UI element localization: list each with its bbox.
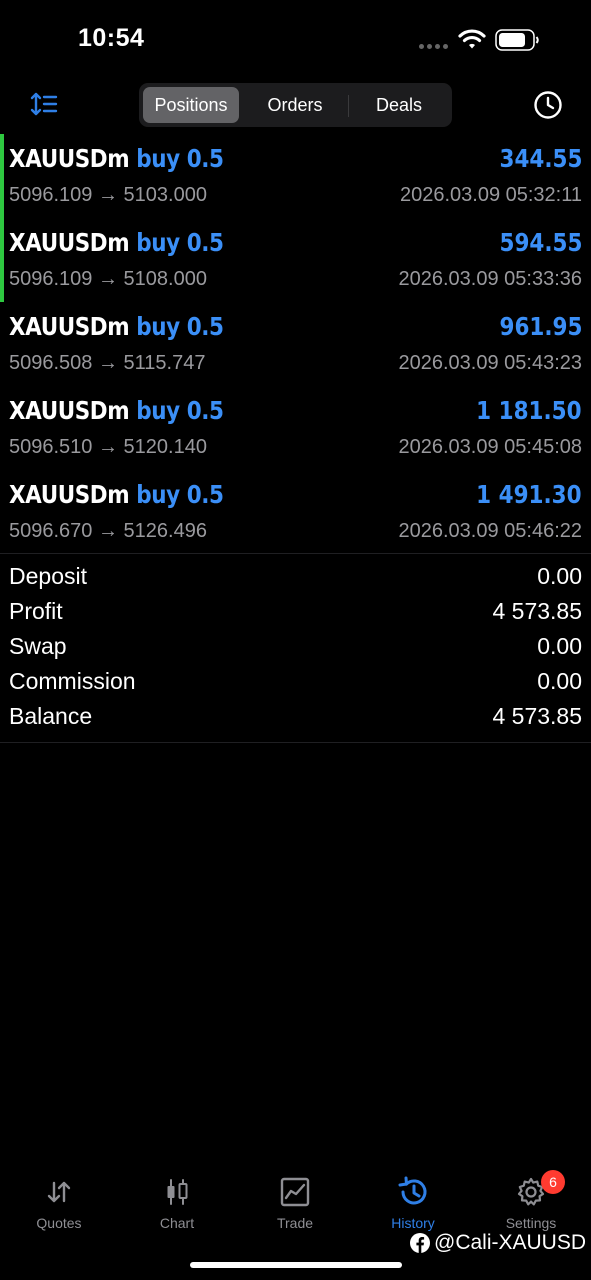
facebook-icon — [410, 1233, 430, 1253]
summary-label: Commission — [9, 668, 136, 694]
trade-type: buy 0.5 — [136, 312, 224, 341]
position-prices: 5096.508 → 5115.747 — [9, 352, 205, 375]
nav-label: Trade — [276, 1215, 314, 1231]
sort-icon[interactable] — [30, 91, 58, 117]
trade-type: buy 0.5 — [136, 396, 224, 425]
toolbar: Positions Orders Deals — [0, 82, 591, 128]
summary-value: 0.00 — [537, 668, 582, 694]
open-price: 5096.109 — [9, 184, 93, 206]
position-symbol: XAUUSDm buy 0.5 — [9, 480, 224, 509]
summary-row-commission: Commission 0.00 — [0, 665, 591, 700]
position-profit: 1 491.30 — [476, 480, 582, 509]
arrow-icon: → — [97, 184, 118, 206]
nav-quotes[interactable]: Quotes — [9, 1170, 109, 1236]
symbol-name: XAUUSDm — [9, 228, 130, 257]
position-row[interactable]: XAUUSDm buy 0.5 344.55 5096.109 → 5103.0… — [0, 134, 591, 218]
status-bar: 10:54 — [0, 0, 591, 80]
summary-label: Swap — [9, 633, 67, 659]
quotes-icon — [47, 1181, 71, 1203]
nav-trade[interactable]: Trade — [245, 1170, 345, 1236]
close-price: 5103.000 — [123, 184, 207, 206]
cellular-signal-icon — [419, 44, 448, 49]
trade-icon — [280, 1177, 310, 1207]
summary-value: 0.00 — [537, 563, 582, 589]
divider — [0, 553, 591, 554]
watermark-text: @Cali-XAUUSD — [434, 1231, 587, 1254]
summary-row-deposit: Deposit 0.00 — [0, 560, 591, 595]
close-price: 5115.747 — [123, 352, 206, 374]
nav-label: Chart — [159, 1215, 195, 1231]
position-time: 2026.03.09 05:45:08 — [398, 436, 582, 458]
position-symbol: XAUUSDm buy 0.5 — [9, 396, 224, 425]
arrow-icon: → — [97, 352, 118, 374]
position-symbol: XAUUSDm buy 0.5 — [9, 144, 224, 173]
position-profit: 961.95 — [499, 312, 582, 341]
arrow-icon: → — [97, 436, 118, 458]
symbol-name: XAUUSDm — [9, 396, 130, 425]
position-prices: 5096.670 → 5126.496 — [9, 520, 207, 543]
nav-history[interactable]: History — [363, 1170, 463, 1236]
position-time: 2026.03.09 05:46:22 — [398, 520, 582, 542]
arrow-icon: → — [97, 520, 118, 542]
history-icon — [398, 1176, 427, 1205]
summary-row-balance: Balance 4 573.85 — [0, 700, 591, 735]
position-row[interactable]: XAUUSDm buy 0.5 1 491.30 5096.670 → 5126… — [0, 470, 591, 554]
open-price: 5096.109 — [9, 268, 93, 290]
position-row[interactable]: XAUUSDm buy 0.5 961.95 5096.508 → 5115.7… — [0, 302, 591, 386]
tab-orders[interactable]: Orders — [243, 87, 347, 123]
trade-type: buy 0.5 — [136, 228, 224, 257]
divider — [0, 742, 591, 743]
tab-positions[interactable]: Positions — [143, 87, 239, 123]
candlestick-icon — [167, 1179, 188, 1205]
summary-label: Balance — [9, 703, 93, 729]
summary-row-profit: Profit 4 573.85 — [0, 595, 591, 630]
tab-deals[interactable]: Deals — [349, 87, 449, 123]
trade-type: buy 0.5 — [136, 144, 224, 173]
close-price: 5120.140 — [123, 436, 207, 458]
position-profit: 1 181.50 — [476, 396, 582, 425]
summary-value: 4 573.85 — [492, 598, 582, 624]
position-profit: 344.55 — [499, 144, 582, 173]
clock-icon[interactable] — [533, 90, 563, 120]
symbol-name: XAUUSDm — [9, 144, 130, 173]
position-prices: 5096.109 → 5103.000 — [9, 184, 207, 207]
history-segmented-control: Positions Orders Deals — [139, 83, 452, 127]
position-row[interactable]: XAUUSDm buy 0.5 594.55 5096.109 → 5108.0… — [0, 218, 591, 302]
positions-list: XAUUSDm buy 0.5 344.55 5096.109 → 5103.0… — [0, 134, 591, 554]
position-time: 2026.03.09 05:32:11 — [399, 184, 582, 206]
open-price: 5096.508 — [9, 352, 93, 374]
notification-badge: 6 — [541, 1170, 565, 1194]
position-profit: 594.55 — [499, 228, 582, 257]
trade-type: buy 0.5 — [136, 480, 224, 509]
close-price: 5108.000 — [123, 268, 207, 290]
summary-panel: Deposit 0.00 Profit 4 573.85 Swap 0.00 C… — [0, 560, 591, 735]
position-symbol: XAUUSDm buy 0.5 — [9, 228, 224, 257]
summary-label: Profit — [9, 598, 63, 624]
symbol-name: XAUUSDm — [9, 480, 130, 509]
position-row[interactable]: XAUUSDm buy 0.5 1 181.50 5096.510 → 5120… — [0, 386, 591, 470]
summary-value: 0.00 — [537, 633, 582, 659]
position-prices: 5096.510 → 5120.140 — [9, 436, 207, 459]
position-symbol: XAUUSDm buy 0.5 — [9, 312, 224, 341]
position-prices: 5096.109 → 5108.000 — [9, 268, 207, 291]
battery-icon — [495, 29, 539, 51]
nav-chart[interactable]: Chart — [127, 1170, 227, 1236]
open-price: 5096.510 — [9, 436, 93, 458]
nav-settings[interactable]: 6 Settings — [481, 1170, 581, 1236]
position-time: 2026.03.09 05:33:36 — [398, 268, 582, 290]
position-time: 2026.03.09 05:43:23 — [398, 352, 582, 374]
summary-value: 4 573.85 — [492, 703, 582, 729]
watermark: @Cali-XAUUSD — [410, 1228, 586, 1258]
arrow-icon: → — [97, 268, 118, 290]
status-time: 10:54 — [78, 24, 145, 52]
summary-label: Deposit — [9, 563, 87, 589]
close-price: 5126.496 — [123, 520, 207, 542]
nav-label: Quotes — [36, 1215, 82, 1231]
summary-row-swap: Swap 0.00 — [0, 630, 591, 665]
open-price: 5096.670 — [9, 520, 93, 542]
symbol-name: XAUUSDm — [9, 312, 130, 341]
home-indicator[interactable] — [190, 1262, 402, 1268]
wifi-icon — [458, 29, 486, 49]
